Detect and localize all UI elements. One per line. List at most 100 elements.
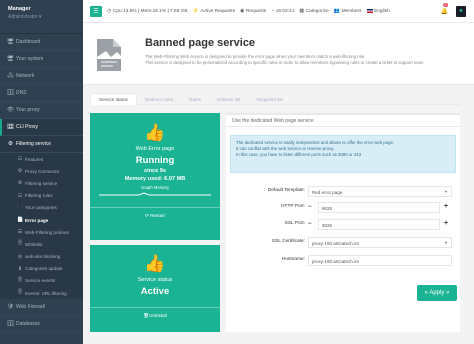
shield-icon: 🛡 [7,304,14,311]
bolt-icon: ⚡ [192,8,199,14]
ssl-port-increment[interactable]: + [444,220,448,227]
page-header: Banned page service The Web-Filtering We… [83,23,474,85]
sidebar-item-web-firewall[interactable]: 🛡 Web Firewall [0,299,83,317]
ssl-certificate-label: SSL Certificate: [271,239,305,244]
gear-icon: ⚙ [17,168,23,175]
list-icon: ☷ [17,192,23,199]
page-description: The Web-Filtering Web service is designe… [145,54,425,66]
refresh-icon: ⟳ [145,212,149,218]
info-alert: The dedicated service is totally indepen… [230,135,456,173]
sidebar-item-databases[interactable]: 🗄 Databases [0,316,83,334]
http-port-input[interactable]: 9025 [318,202,440,213]
tab-requests-list[interactable]: Requests list [248,93,290,105]
uninstall-button[interactable]: 🗑Uninstall [90,313,220,319]
sidebar-subitem-filtering-rules[interactable]: ☷ Filtering rules [0,189,83,202]
bell-icon: 🔔 [440,8,448,15]
sidebar-subitem-filtering-service[interactable]: ⚙ Filtering service [0,177,83,190]
hostname-row: Hostname: proxy-190.articatech.int [226,255,460,266]
hamburger-icon: ☰ [93,8,99,15]
sidebar-item-cli-proxy[interactable]: 🎛 CLI Proxy [0,119,83,136]
sidebar-subitem-web-site-blocking[interactable]: ⊘ web-site blocking [0,250,83,263]
sidebar-item-dashboard[interactable]: 🖥 Dashboard [0,34,83,51]
http-port-label: HTTP Port: [281,204,305,209]
clock: ◔ 16:03:41 [271,8,295,14]
card-label: Web Error page [135,146,175,152]
language-selector[interactable]: English [366,9,390,14]
sidebar-subitem-events-url-filtering[interactable]: 🗎 Events: URL filtering [0,287,83,300]
template-select[interactable]: Red error page ▼ [308,186,452,197]
database-icon: 🗄 [7,90,14,96]
tab-unblock-list[interactable]: Unblock list [209,93,249,105]
service-status-active: Active [140,286,170,297]
robot-icon: ☻ [458,8,464,14]
sidebar-item-your-system[interactable]: 🖥 Your system [0,51,83,68]
cpu-mem-status[interactable]: ◷ Cpu:13.8% | Mem:16.1% | 7.68 GB [107,8,188,14]
sidebar-item-network[interactable]: 🖧 Network [0,68,83,85]
apply-button[interactable]: « Apply » [417,285,457,301]
user-role: Administrator [8,14,38,20]
sidebar-subitem-categories-update[interactable]: ⬇ Categories update [0,262,83,275]
memory-sparkline [99,192,211,196]
uptime: since 9s [143,168,167,174]
ssl-port-row: SSL Port: − 9026 + [226,219,460,230]
document-icon: 🗎 [17,276,23,283]
clock-icon: ◔ [271,8,275,14]
categorize-link[interactable]: ▦ Categorize [299,8,328,14]
gear-icon: ⚙ [17,180,23,187]
sidebar-subitem-your-categories[interactable]: 🗀 Your categories [0,201,83,214]
ssl-certificate-select[interactable]: proxy-190.articatech.int ▼ [308,237,452,248]
avatar[interactable]: ☻ [456,5,466,17]
ssl-port-input[interactable]: 9026 [318,219,440,230]
sidebar-item-label: Web Firewall [16,304,45,311]
sidebar-subitem-web-filtering-policies[interactable]: ☰ Web-Filtering policies [0,226,83,239]
eye-icon: ◉ [240,8,245,14]
thumbs-up-icon: 👍 [144,123,166,142]
sidebar-subitem-proxy-connector[interactable]: ⚙ Proxy Connector [0,165,83,178]
switch-icon: 🎛 [7,124,14,130]
sidebar-item-filtering-service[interactable]: ⚙ Filtering service [0,136,83,153]
http-port-increment[interactable]: + [444,203,448,210]
page-broken-icon [97,39,121,71]
topbar: ☰ ◷ Cpu:13.8% | Mem:16.1% | 7.68 GB ⚡ Acti… [83,0,474,23]
web-error-page-card: 👍 Web Error page Running since 9s Memory… [90,113,220,240]
ssl-port-decrement[interactable]: − [308,221,312,227]
sidebar-subitem-features[interactable]: ☷ Features [0,153,83,166]
folder-icon: 🗀 [17,203,23,210]
sidebar-item-dns[interactable]: 🗄 DNS [0,85,83,102]
active-requests-link[interactable]: ⚡ Active Requests [193,8,235,14]
document-icon: 🗎 [17,240,23,247]
tab-redirect-rules[interactable]: Redirect rules [137,93,181,105]
sidebar-item-your-proxy[interactable]: 👁 Your proxy [0,102,83,119]
chevron-down-icon: ▼ [444,189,448,194]
http-port-row: HTTP Port: − 9025 + [226,202,460,213]
settings-panel: Use the dedicated Web page service The d… [226,113,460,332]
tab-rules[interactable]: Rules [181,93,209,105]
members-link[interactable]: 👥 Members [334,8,362,14]
sidebar-subitem-service-events[interactable]: 🗎 Service events [0,274,83,288]
graph-label: Graph Memory [141,184,169,190]
sidebar-item-label: Databases [16,321,40,328]
sidebar-item-label: Network [16,73,35,79]
list-icon: ☰ [17,229,23,236]
page-icon: 📄 [17,217,24,224]
template-label: Default Template: [267,188,305,193]
sidebar-item-label: Filtering service [16,141,52,147]
card-label: Service status [137,277,173,283]
restart-button[interactable]: ⟳ Restart [90,213,220,219]
sidebar-subitem-error-page[interactable]: 📄 Error page [0,213,83,227]
sidebar-item-label: Your system [16,56,44,62]
user-name: Manager [8,6,31,12]
profile[interactable]: Manager Administrator ▾ [0,0,83,34]
requests-link[interactable]: ◉ Requests [240,8,266,14]
gauge-icon: ◷ [107,8,112,14]
notifications-button[interactable]: 🔔 2 [440,2,448,15]
menu-toggle-button[interactable]: ☰ [90,5,102,17]
users-icon: 👥 [333,8,341,14]
hostname-input[interactable]: proxy-190.articatech.int [308,255,452,266]
hostname-label: Hostname: [281,257,305,262]
sidebar-subitem-whitelist[interactable]: 🗎 Whitelist [0,238,83,251]
http-port-decrement[interactable]: − [308,204,312,210]
notification-badge: 2 [442,2,448,7]
tab-service-status[interactable]: Service status [90,93,137,105]
template-row: Default Template: Red error page ▼ [226,186,460,197]
